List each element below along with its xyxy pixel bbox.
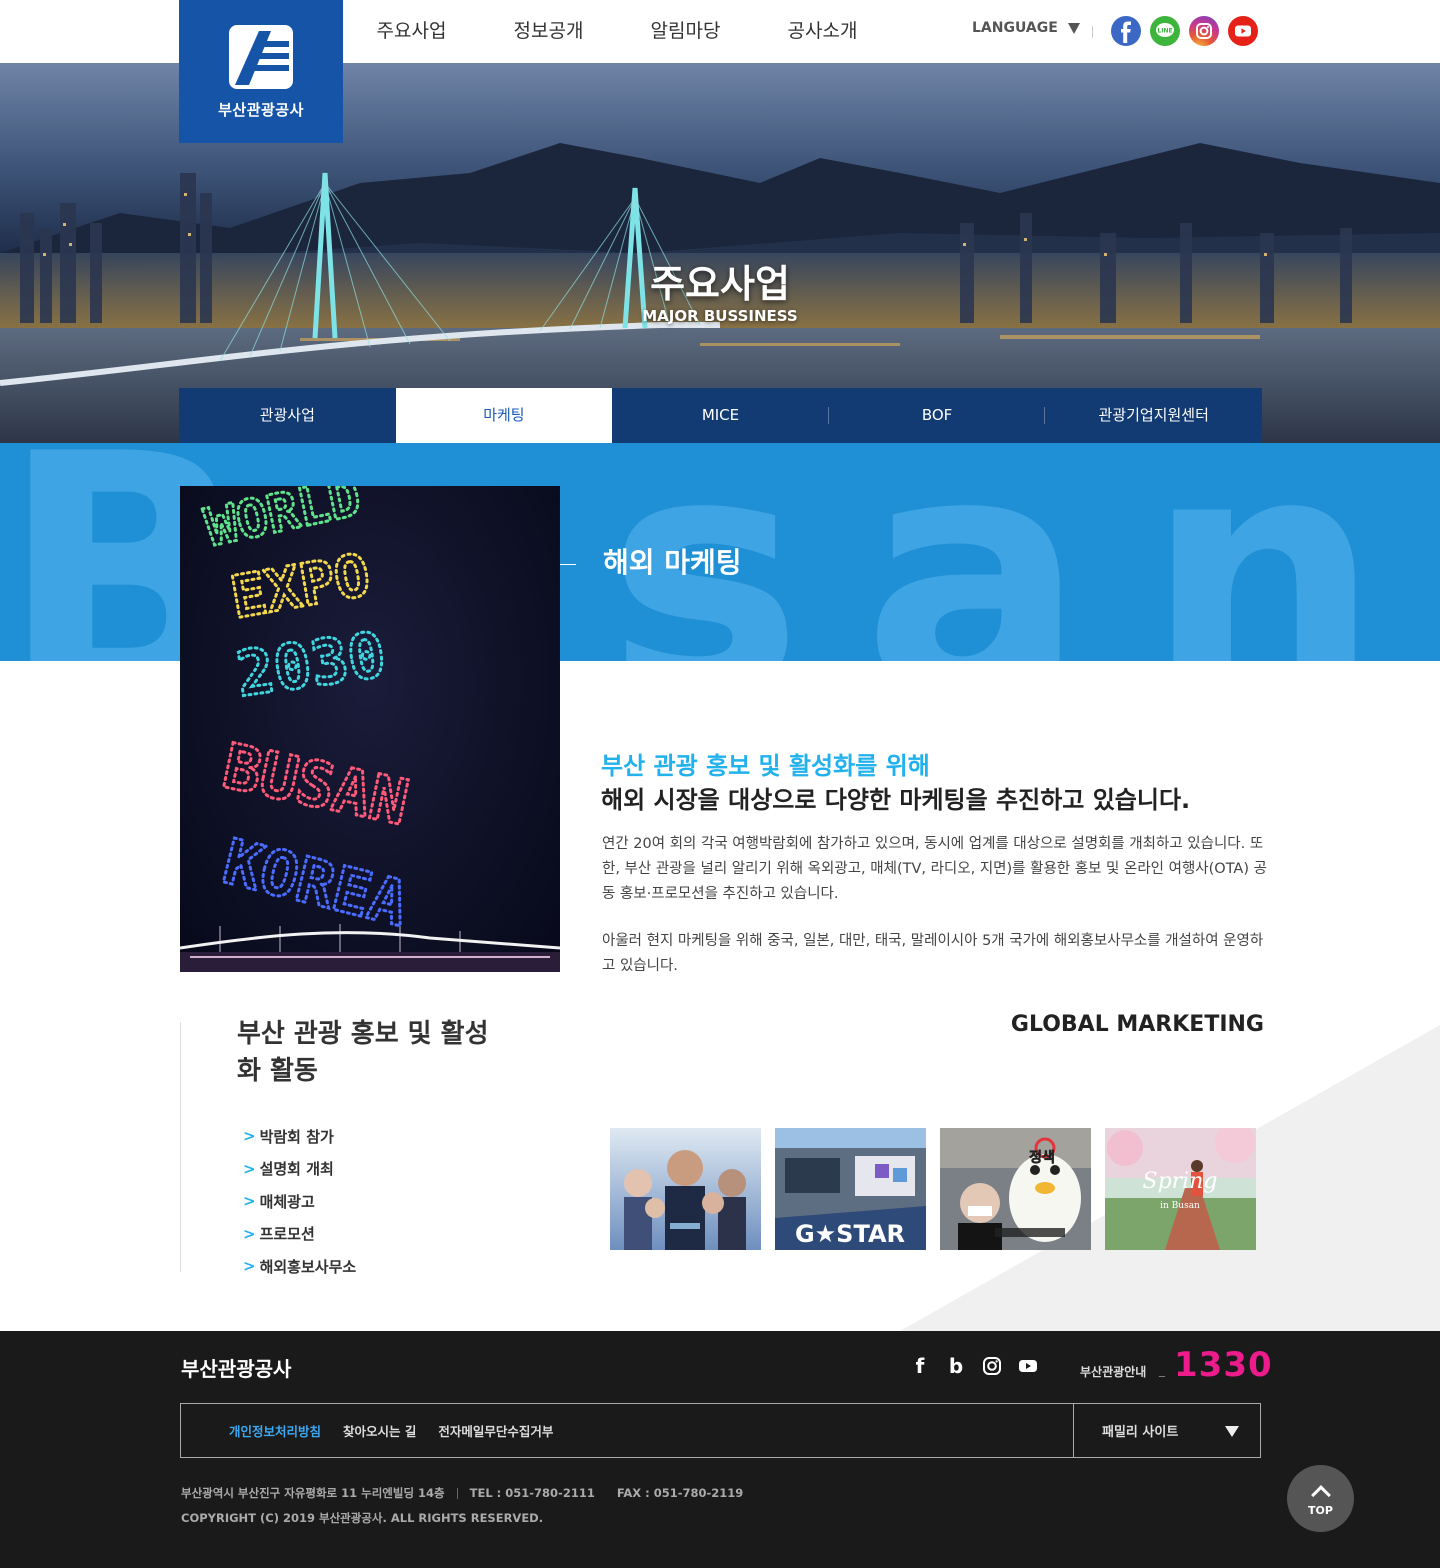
divider [180,1022,181,1272]
drone-text-line: 2030 [232,618,390,711]
address-text: 부산광역시 부산진구 자유평화로 11 누리엔빌딩 14층 [181,1486,445,1500]
tab-label: BOF [921,406,953,424]
footer-sns: f b [910,1354,1038,1378]
triangle-down-icon [1067,22,1080,34]
footer-links: 개인정보처리방침 찾아오시는 길 전자메일무단수집거부 [229,1421,553,1440]
chevron-right-icon: > [243,1127,256,1146]
thumb-mascot[interactable]: 정색 [940,1128,1091,1250]
chevron-right-icon: > [243,1159,256,1178]
chevron-right-icon: > [243,1257,256,1276]
main-nav: 주요사업 정보공개 알림마당 공사소개 [343,0,891,63]
footer-address: 부산광역시 부산진구 자유평화로 11 누리엔빌딩 14층 TEL : 051-… [181,1485,743,1501]
nav-item-info-disclosure[interactable]: 정보공개 [480,0,617,63]
global-marketing-gallery: G★STAR 정색 Spring in Busan [610,1128,1256,1250]
intro-paragraph: 아울러 현지 마케팅을 위해 중국, 일본, 대만, 태국, 말레이시아 5개 … [602,933,1264,974]
fax-text: FAX : 051-780-2119 [616,1486,744,1500]
list-item: > 박람회 참가 [243,1120,356,1153]
top-label: TOP [1308,1504,1333,1517]
privacy-policy-link[interactable]: 개인정보처리방침 [229,1421,321,1440]
email-refusal-link[interactable]: 전자메일무단수집거부 [438,1421,553,1440]
logo-name: 부산관광공사 [218,101,304,119]
global-marketing-title: GLOBAL MARKETING [1010,1012,1264,1037]
thumb-spring[interactable]: Spring in Busan [1105,1128,1256,1250]
copyright: COPYRIGHT (C) 2019 부산관광공사. ALL RIGHTS RE… [181,1511,544,1525]
tab-label: 관광기업지원센터 [1098,406,1209,424]
list-item-label: 박람회 참가 [259,1127,334,1146]
footer-logo: 부산관광공사 [181,1357,292,1381]
drone-light-show-image: WORLDEXPO2030BUSANKOREA [180,486,560,972]
facebook-icon[interactable]: f [910,1354,930,1378]
nav-item-major-business[interactable]: 주요사업 [343,0,480,63]
divider [456,1487,458,1499]
tourist-guide-dash: _ [1159,1363,1165,1377]
list-item: > 해외홍보사무소 [243,1250,356,1283]
chevron-right-icon: > [243,1224,256,1243]
list-item: > 프로모션 [243,1218,356,1251]
drone-show-photo: WORLD EXPO 2030 BUSAN KOREA [180,486,560,972]
list-item-label: 설명회 개최 [259,1160,334,1179]
chevron-right-icon: > [243,1192,256,1211]
tel-text: TEL : 051-780-2111 [469,1486,595,1500]
thumb-celebrity-poster[interactable] [610,1128,761,1250]
site-footer: 부산관광공사 f b 부산관광안내 _ 1330 개인정보처리방침 찾아오시는 … [0,1331,1440,1568]
blog-icon[interactable]: b [946,1354,966,1378]
scroll-top-button[interactable]: TOP [1287,1465,1354,1532]
tab-label: MICE [701,406,740,424]
language-label: LANGUAGE [972,20,1058,36]
drone-text-line: BUSAN [217,729,415,839]
directions-link[interactable]: 찾아오시는 길 [343,1421,416,1440]
tab-tourism-business[interactable]: 관광사업 [179,388,396,443]
youtube-icon[interactable] [1228,16,1258,46]
chevron-up-icon [1310,1485,1331,1505]
tab-mice[interactable]: MICE [612,388,829,443]
svg-text:G★STAR: G★STAR [795,1220,905,1248]
tab-tourism-support-center[interactable]: 관광기업지원센터 [1045,388,1262,443]
lead-highlight: 부산 관광 홍보 및 활성화를 위해 [601,752,930,780]
tab-label: 마케팅 [483,406,525,424]
family-site-select[interactable]: 패밀리 사이트 [1073,1404,1261,1457]
svg-text:in Busan: in Busan [1160,1201,1200,1211]
facebook-icon[interactable] [1111,16,1141,46]
lead-main: 해외 시장을 대상으로 다양한 마케팅을 추진하고 있습니다. [601,786,1191,814]
language-selector[interactable]: LANGUAGE [972,20,1080,36]
youtube-icon[interactable] [1018,1355,1038,1377]
tab-label: 관광사업 [259,406,315,424]
tab-bof[interactable]: BOF [829,388,1046,443]
list-item-label: 프로모션 [259,1225,315,1244]
divider [1092,26,1093,38]
drone-text-line: KOREA [216,825,415,941]
tourist-guide-label: 부산관광안내 [1080,1365,1147,1379]
footer-link-bar: 개인정보처리방침 찾아오시는 길 전자메일무단수집거부 패밀리 사이트 [180,1403,1261,1458]
activities-list: > 박람회 참가 > 설명회 개최 > 매체광고 > 프로모션 > 해외홍보사무소 [243,1120,356,1283]
instagram-icon[interactable] [1189,16,1219,46]
triangle-down-icon [1225,1426,1239,1437]
nav-item-notice[interactable]: 알림마당 [617,0,754,63]
intro-paragraph: 연간 20여 회의 각국 여행박람회에 참가하고 있으며, 동시에 업계를 대상… [602,836,1267,902]
family-site-label: 패밀리 사이트 [1102,1425,1179,1440]
nav-item-about[interactable]: 공사소개 [754,0,891,63]
tab-marketing[interactable]: 마케팅 [395,388,613,443]
list-item: > 설명회 개최 [243,1153,356,1186]
line-icon[interactable]: LINE [1150,16,1180,46]
svg-text:LINE: LINE [1157,28,1172,35]
sub-tab-bar: 관광사업 마케팅 MICE BOF 관광기업지원센터 [179,388,1262,443]
site-logo[interactable]: 부산관광공사 [179,0,343,143]
svg-text:정색: 정색 [1029,1149,1055,1166]
tourist-guide-number: 1330 [1174,1345,1273,1385]
list-item: > 매체광고 [243,1185,356,1218]
logo-mark-icon [227,23,295,91]
drone-text-line: EXPO [226,541,375,632]
list-item-label: 해외홍보사무소 [259,1257,357,1276]
svg-text:Spring: Spring [1143,1169,1218,1194]
thumb-gstar[interactable]: G★STAR [775,1128,926,1250]
instagram-icon[interactable] [982,1355,1002,1377]
list-item-label: 매체광고 [259,1192,315,1211]
activities-title: 부산 관광 홍보 및 활성화 활동 [237,1019,489,1086]
sns-links: LINE [1111,16,1258,46]
